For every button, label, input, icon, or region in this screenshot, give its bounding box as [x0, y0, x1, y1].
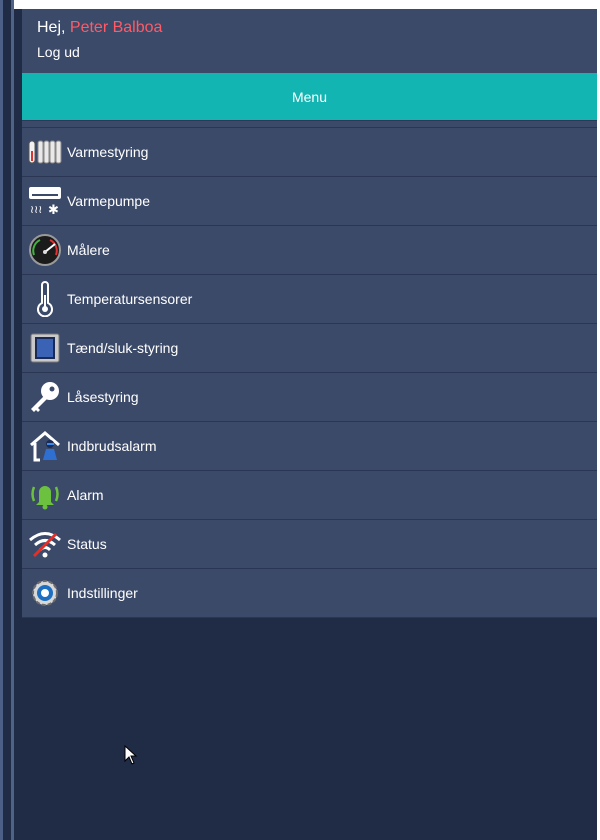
user-name: Peter Balboa	[69, 19, 163, 36]
logout-link[interactable]: Log ud	[37, 44, 80, 60]
menu-label: Målere	[67, 242, 110, 258]
window-left-edge	[0, 0, 14, 840]
menu-item-status[interactable]: Status	[22, 520, 597, 569]
menu-item-varmepumpe[interactable]: ≀≀≀ ✱ Varmepumpe	[22, 177, 597, 226]
menu-title: Menu	[291, 89, 328, 105]
menu-title-bar: Menu	[22, 73, 597, 121]
user-header: Hej, Peter Balboa Log ud	[22, 9, 597, 73]
heat-pump-icon: ≀≀≀ ✱	[22, 179, 67, 224]
menu-label: Temperatursensorer	[67, 291, 193, 307]
menu-item-temperatursensorer[interactable]: Temperatursensorer	[22, 275, 597, 324]
menu-item-indbrudsalarm[interactable]: Indbrudsalarm	[22, 422, 597, 471]
menu-item-laasestyring[interactable]: Låsestyring	[22, 373, 597, 422]
greeting-line: Hej, Peter Balboa	[37, 18, 597, 38]
radiator-icon	[22, 130, 67, 175]
menu-item-varmestyring[interactable]: Varmestyring	[22, 128, 597, 177]
menu-label: Alarm	[67, 487, 104, 503]
svg-text:≀≀≀: ≀≀≀	[30, 203, 42, 216]
menu-label: Tænd/sluk-styring	[67, 340, 179, 356]
thermometer-icon	[22, 277, 67, 322]
menu-label: Indbrudsalarm	[67, 438, 157, 454]
alarm-bell-icon	[22, 473, 67, 518]
window-top-edge	[14, 0, 600, 9]
main-menu-list: Varmestyring ≀≀≀ ✱ Varmepumpe Målere Tem…	[22, 128, 597, 618]
burglar-house-icon	[22, 424, 67, 469]
menu-divider	[22, 121, 597, 128]
wifi-off-icon	[22, 522, 67, 567]
svg-text:✱: ✱	[48, 203, 59, 217]
key-icon	[22, 375, 67, 420]
switch-panel-icon	[22, 326, 67, 371]
mouse-cursor-icon	[124, 745, 138, 765]
menu-label: Varmepumpe	[67, 193, 151, 209]
settings-gear-icon	[22, 571, 67, 616]
menu-label: Status	[67, 536, 107, 552]
side-menu-panel: Hej, Peter Balboa Log ud Menu Varmestyri…	[22, 9, 597, 618]
menu-item-taend-sluk-styring[interactable]: Tænd/sluk-styring	[22, 324, 597, 373]
greeting-text: Hej,	[37, 19, 66, 36]
menu-label: Indstillinger	[67, 585, 138, 601]
menu-item-malere[interactable]: Målere	[22, 226, 597, 275]
menu-item-alarm[interactable]: Alarm	[22, 471, 597, 520]
menu-item-indstillinger[interactable]: Indstillinger	[22, 569, 597, 618]
menu-label: Låsestyring	[67, 389, 139, 405]
menu-label: Varmestyring	[67, 144, 149, 160]
gauge-icon	[22, 228, 67, 273]
